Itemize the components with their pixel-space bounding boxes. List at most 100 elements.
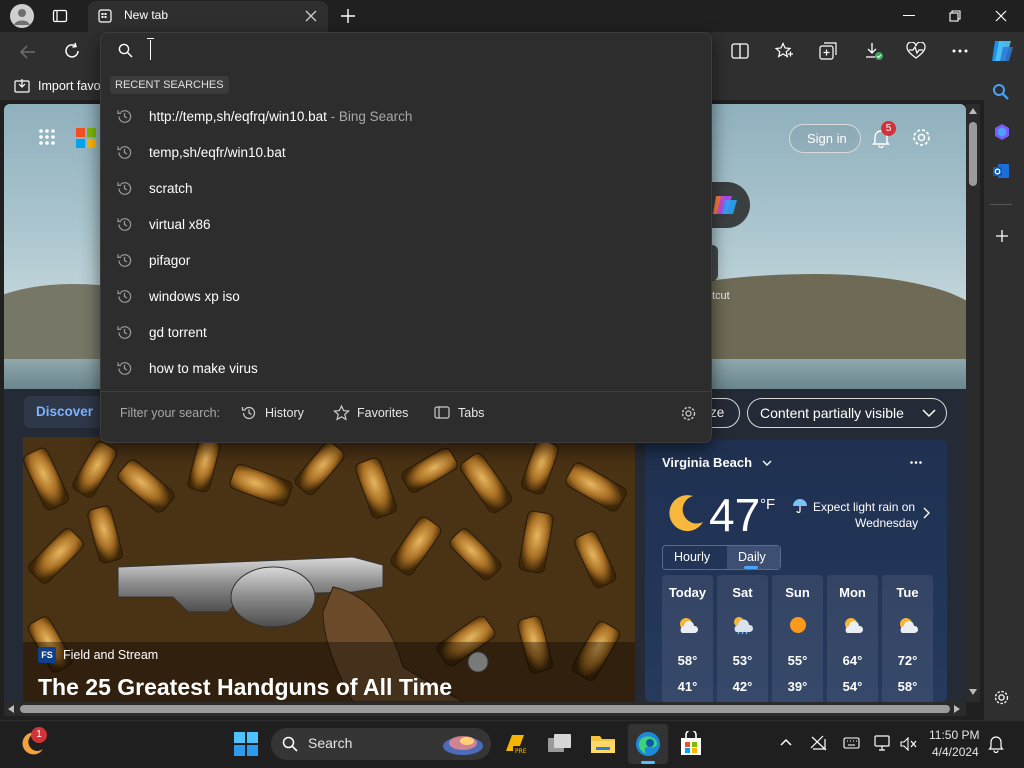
recent-searches-heading: RECENT SEARCHES xyxy=(110,76,229,94)
back-button[interactable] xyxy=(19,43,37,61)
network-status-icon[interactable] xyxy=(810,735,828,751)
recent-search-item[interactable]: gd torrent xyxy=(101,315,711,351)
scrollbar-thumb[interactable] xyxy=(969,122,977,186)
filter-history-button[interactable]: History xyxy=(239,399,309,427)
new-tab-button[interactable] xyxy=(340,8,356,24)
start-button[interactable] xyxy=(234,732,258,756)
page-vertical-scrollbar[interactable] xyxy=(966,104,980,702)
filter-favorites-label: Favorites xyxy=(357,406,409,420)
weather-card[interactable]: Virginia Beach 47 °F Expect light rain o… xyxy=(645,440,947,705)
volume-muted-icon[interactable] xyxy=(900,737,918,751)
filter-history-label: History xyxy=(265,406,304,420)
store-button[interactable] xyxy=(678,731,704,757)
recent-search-item[interactable]: virtual x86 xyxy=(101,207,711,243)
filter-tabs-button[interactable]: Tabs xyxy=(432,399,492,427)
minimize-button[interactable] xyxy=(903,15,915,16)
recent-search-text: http://temp,sh/eqfrq/win10.bat - Bing Se… xyxy=(149,109,412,124)
tab-actions-icon[interactable] xyxy=(52,8,68,24)
filter-tabs-label: Tabs xyxy=(458,406,485,420)
discover-tab[interactable]: Discover xyxy=(24,396,102,428)
taskbar-search-label: Search xyxy=(308,735,353,751)
sidebar-search-icon[interactable] xyxy=(992,83,1010,101)
tab-daily-indicator xyxy=(744,566,758,569)
search-settings-icon[interactable] xyxy=(680,405,697,422)
filter-favorites-button[interactable]: Favorites xyxy=(331,399,411,427)
search-highlight-icon xyxy=(443,736,483,755)
task-view-button[interactable] xyxy=(547,732,573,756)
import-favorites-link[interactable]: Import favo xyxy=(38,79,101,93)
split-screen-icon[interactable] xyxy=(731,43,749,59)
show-hidden-icons-button[interactable] xyxy=(780,738,792,746)
forecast-day[interactable]: Today 58° 41° xyxy=(662,575,713,705)
close-window-button[interactable] xyxy=(995,10,1007,22)
tab-daily[interactable]: Daily xyxy=(738,550,766,564)
sidebar-copilot-icon[interactable] xyxy=(993,123,1011,141)
forecast-summary-line2[interactable]: Wednesday xyxy=(855,516,918,530)
search-icon xyxy=(282,736,298,752)
clock-date[interactable]: 4/4/2024 xyxy=(932,745,979,759)
sidebar-settings-icon[interactable] xyxy=(993,689,1010,706)
display-status-icon[interactable] xyxy=(874,735,892,751)
taskbar-search[interactable]: Search xyxy=(271,728,491,760)
chevron-down-icon[interactable] xyxy=(762,460,772,466)
refresh-button[interactable] xyxy=(63,42,81,60)
forecast-summary-line1[interactable]: Expect light rain on xyxy=(813,500,915,514)
copilot-icon[interactable] xyxy=(989,39,1015,63)
browser-essentials-icon[interactable] xyxy=(906,42,926,60)
edge-taskbar-button[interactable] xyxy=(628,724,668,764)
forecast-day-name: Sat xyxy=(732,585,753,600)
page-horizontal-scrollbar[interactable] xyxy=(4,702,966,716)
favorites-icon[interactable] xyxy=(775,42,793,60)
restore-button[interactable] xyxy=(949,10,961,22)
current-temperature: 47 xyxy=(709,489,761,541)
article-headline[interactable]: The 25 Greatest Handguns of All Time xyxy=(38,674,452,701)
sidebar-add-icon[interactable] xyxy=(995,229,1009,243)
recent-search-text: pifagor xyxy=(149,253,190,268)
recent-search-item[interactable]: how to make virus xyxy=(101,351,711,387)
recent-search-item[interactable]: pifagor xyxy=(101,243,711,279)
recent-search-item[interactable]: windows xp iso xyxy=(101,279,711,315)
recent-search-query: how to make virus xyxy=(149,361,258,376)
apps-launcher-icon[interactable] xyxy=(38,128,56,146)
forecast-high: 55° xyxy=(787,653,808,668)
discover-label: Discover xyxy=(36,404,94,419)
crescent-moon-icon xyxy=(669,495,703,532)
forecast-day[interactable]: Tue 72° 58° xyxy=(882,575,933,705)
forecast-day[interactable]: Sun 55° 39° xyxy=(772,575,823,705)
page-settings-icon[interactable] xyxy=(911,127,932,148)
content-visibility-dropdown[interactable]: Content partially visible xyxy=(747,398,947,428)
partly-cloudy-icon xyxy=(896,615,920,635)
forecast-day[interactable]: Sat 53° 42° xyxy=(717,575,768,705)
recent-search-item[interactable]: http://temp,sh/eqfrq/win10.bat - Bing Se… xyxy=(101,99,711,135)
forecast-day[interactable]: Mon 64° 54° xyxy=(827,575,878,705)
close-tab-icon[interactable] xyxy=(305,10,317,22)
temperature-unit[interactable]: °F xyxy=(760,496,775,513)
forecast-high: 58° xyxy=(677,653,698,668)
file-explorer-button[interactable] xyxy=(590,732,616,756)
recent-search-item[interactable]: scratch xyxy=(101,171,711,207)
history-clock-icon xyxy=(116,144,133,161)
recent-search-query: temp,sh/eqfr/win10.bat xyxy=(149,145,286,160)
tab-hourly[interactable]: Hourly xyxy=(674,550,710,564)
taskbar-app-preview[interactable]: PRE xyxy=(502,731,528,757)
windows-logo-icon xyxy=(234,732,258,756)
address-input[interactable] xyxy=(140,35,700,65)
recent-search-item[interactable]: temp,sh/eqfr/win10.bat xyxy=(101,135,711,171)
sidebar-outlook-icon[interactable] xyxy=(992,162,1010,180)
forecast-low: 54° xyxy=(842,679,863,694)
sign-in-label: Sign in xyxy=(807,131,847,146)
keyboard-icon[interactable] xyxy=(843,737,860,749)
article-card[interactable]: FS Field and Stream The 25 Greatest Hand… xyxy=(23,437,635,702)
store-icon xyxy=(681,731,701,755)
settings-more-icon[interactable] xyxy=(952,49,968,53)
clock-time[interactable]: 11:50 PM xyxy=(929,728,979,742)
more-options-icon[interactable] xyxy=(910,461,922,464)
downloads-icon[interactable] xyxy=(864,41,884,61)
profile-avatar[interactable] xyxy=(10,4,34,28)
weather-location[interactable]: Virginia Beach xyxy=(662,455,752,470)
collections-icon[interactable] xyxy=(819,42,837,60)
notification-center-icon[interactable] xyxy=(988,735,1004,753)
chevron-right-icon[interactable] xyxy=(923,507,930,519)
sign-in-button[interactable]: Sign in xyxy=(789,124,861,153)
scrollbar-thumb[interactable] xyxy=(20,705,950,713)
